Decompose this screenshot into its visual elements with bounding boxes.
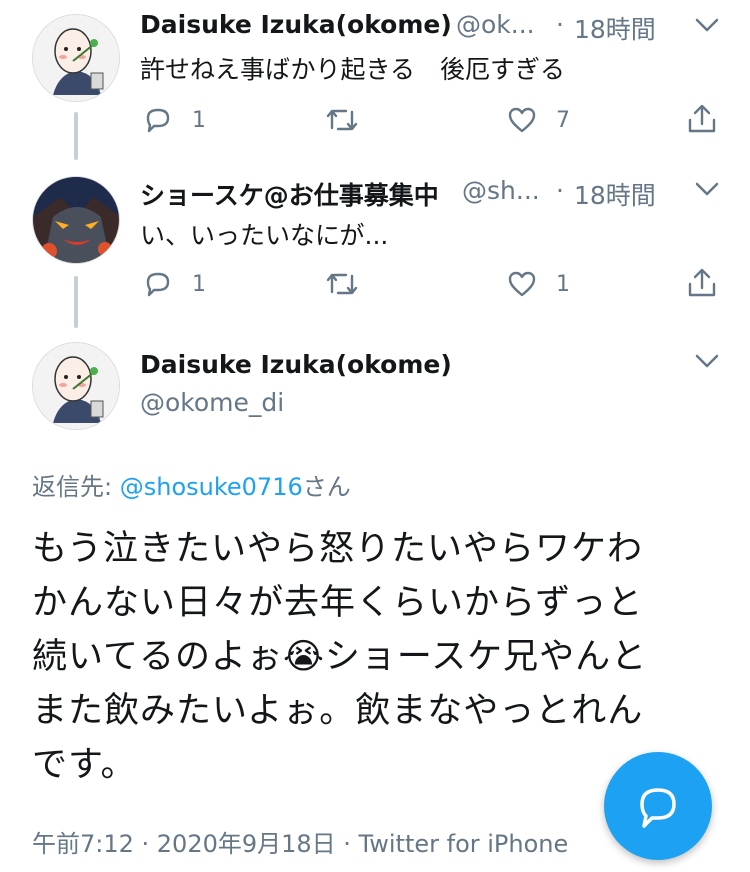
reply-icon <box>146 108 170 133</box>
tweet-body-line: また飲みたいよぉ。飲まなやっとれん <box>32 691 644 731</box>
author-name[interactable]: Daisuke Izuka(okome) <box>140 350 452 379</box>
tweet-body-line: かんない日々が去年くらいからずっと <box>32 583 644 623</box>
like-count: 1 <box>556 271 570 297</box>
tweet-text: 許せねえ事ばかり起きる 後厄すぎる <box>140 55 566 84</box>
crying-face-emoji: 😭 <box>282 637 325 677</box>
reply-to-suffix: さん <box>302 473 351 501</box>
share-button[interactable] <box>686 102 718 136</box>
like-icon <box>508 107 536 133</box>
tweet-body-line: もう泣きたいやら怒りたいやらワケわ <box>32 529 643 569</box>
chevron-down-icon[interactable] <box>694 180 720 198</box>
chevron-down-icon[interactable] <box>694 352 720 370</box>
compose-reply-icon <box>640 788 676 828</box>
share-icon <box>688 268 716 297</box>
like-icon <box>508 271 536 297</box>
reply-icon <box>146 272 170 297</box>
reply-to-line: 返信先: @shosuke0716さん <box>32 467 351 502</box>
reply-button[interactable]: 1 <box>142 268 206 300</box>
author-name[interactable]: Daisuke Izuka(okome) <box>140 10 452 39</box>
like-count: 7 <box>556 107 570 133</box>
compose-reply-button[interactable] <box>604 752 712 860</box>
reply-button[interactable]: 1 <box>142 104 206 136</box>
author-handle[interactable]: @sh... <box>462 176 540 205</box>
tweet-time[interactable]: 18時間 <box>574 10 656 46</box>
retweet-icon <box>326 273 358 295</box>
reply-count: 1 <box>192 271 206 297</box>
share-button[interactable] <box>686 266 718 300</box>
like-button[interactable]: 7 <box>506 104 570 136</box>
author-name[interactable]: ショースケ@お仕事募集中 <box>140 176 439 212</box>
share-icon <box>688 104 716 133</box>
chevron-down-icon[interactable] <box>694 16 720 34</box>
like-button[interactable]: 1 <box>506 268 570 300</box>
tweet-footer: 午前7:12 · 2020年9月18日 · Twitter for iPhone <box>32 830 569 858</box>
retweet-button[interactable] <box>324 104 360 136</box>
thread-line <box>74 112 78 160</box>
avatar[interactable] <box>32 14 120 102</box>
retweet-icon <box>326 109 358 131</box>
avatar[interactable] <box>32 342 120 430</box>
separator-dot: · <box>556 10 564 39</box>
tweet-body-line: 続いてるのよぉ😭ショースケ兄やんと <box>32 630 722 684</box>
tweet-time[interactable]: 18時間 <box>574 176 656 212</box>
author-handle[interactable]: @okome_di <box>140 388 284 417</box>
separator-dot: · <box>556 176 564 205</box>
reply-to-handle[interactable]: @shosuke0716 <box>120 473 303 501</box>
reply-count: 1 <box>192 107 206 133</box>
author-handle[interactable]: @ok... <box>456 10 535 39</box>
avatar[interactable] <box>32 176 120 264</box>
tweet-body-text: ショースケ兄やんと <box>324 637 648 677</box>
thread-line <box>74 276 78 328</box>
reply-to-label: 返信先: <box>32 473 113 501</box>
tweet-body-text: 続いてるのよぉ <box>32 637 283 677</box>
tweet-text: い、いったいなにが... <box>140 221 389 250</box>
retweet-button[interactable] <box>324 268 360 300</box>
